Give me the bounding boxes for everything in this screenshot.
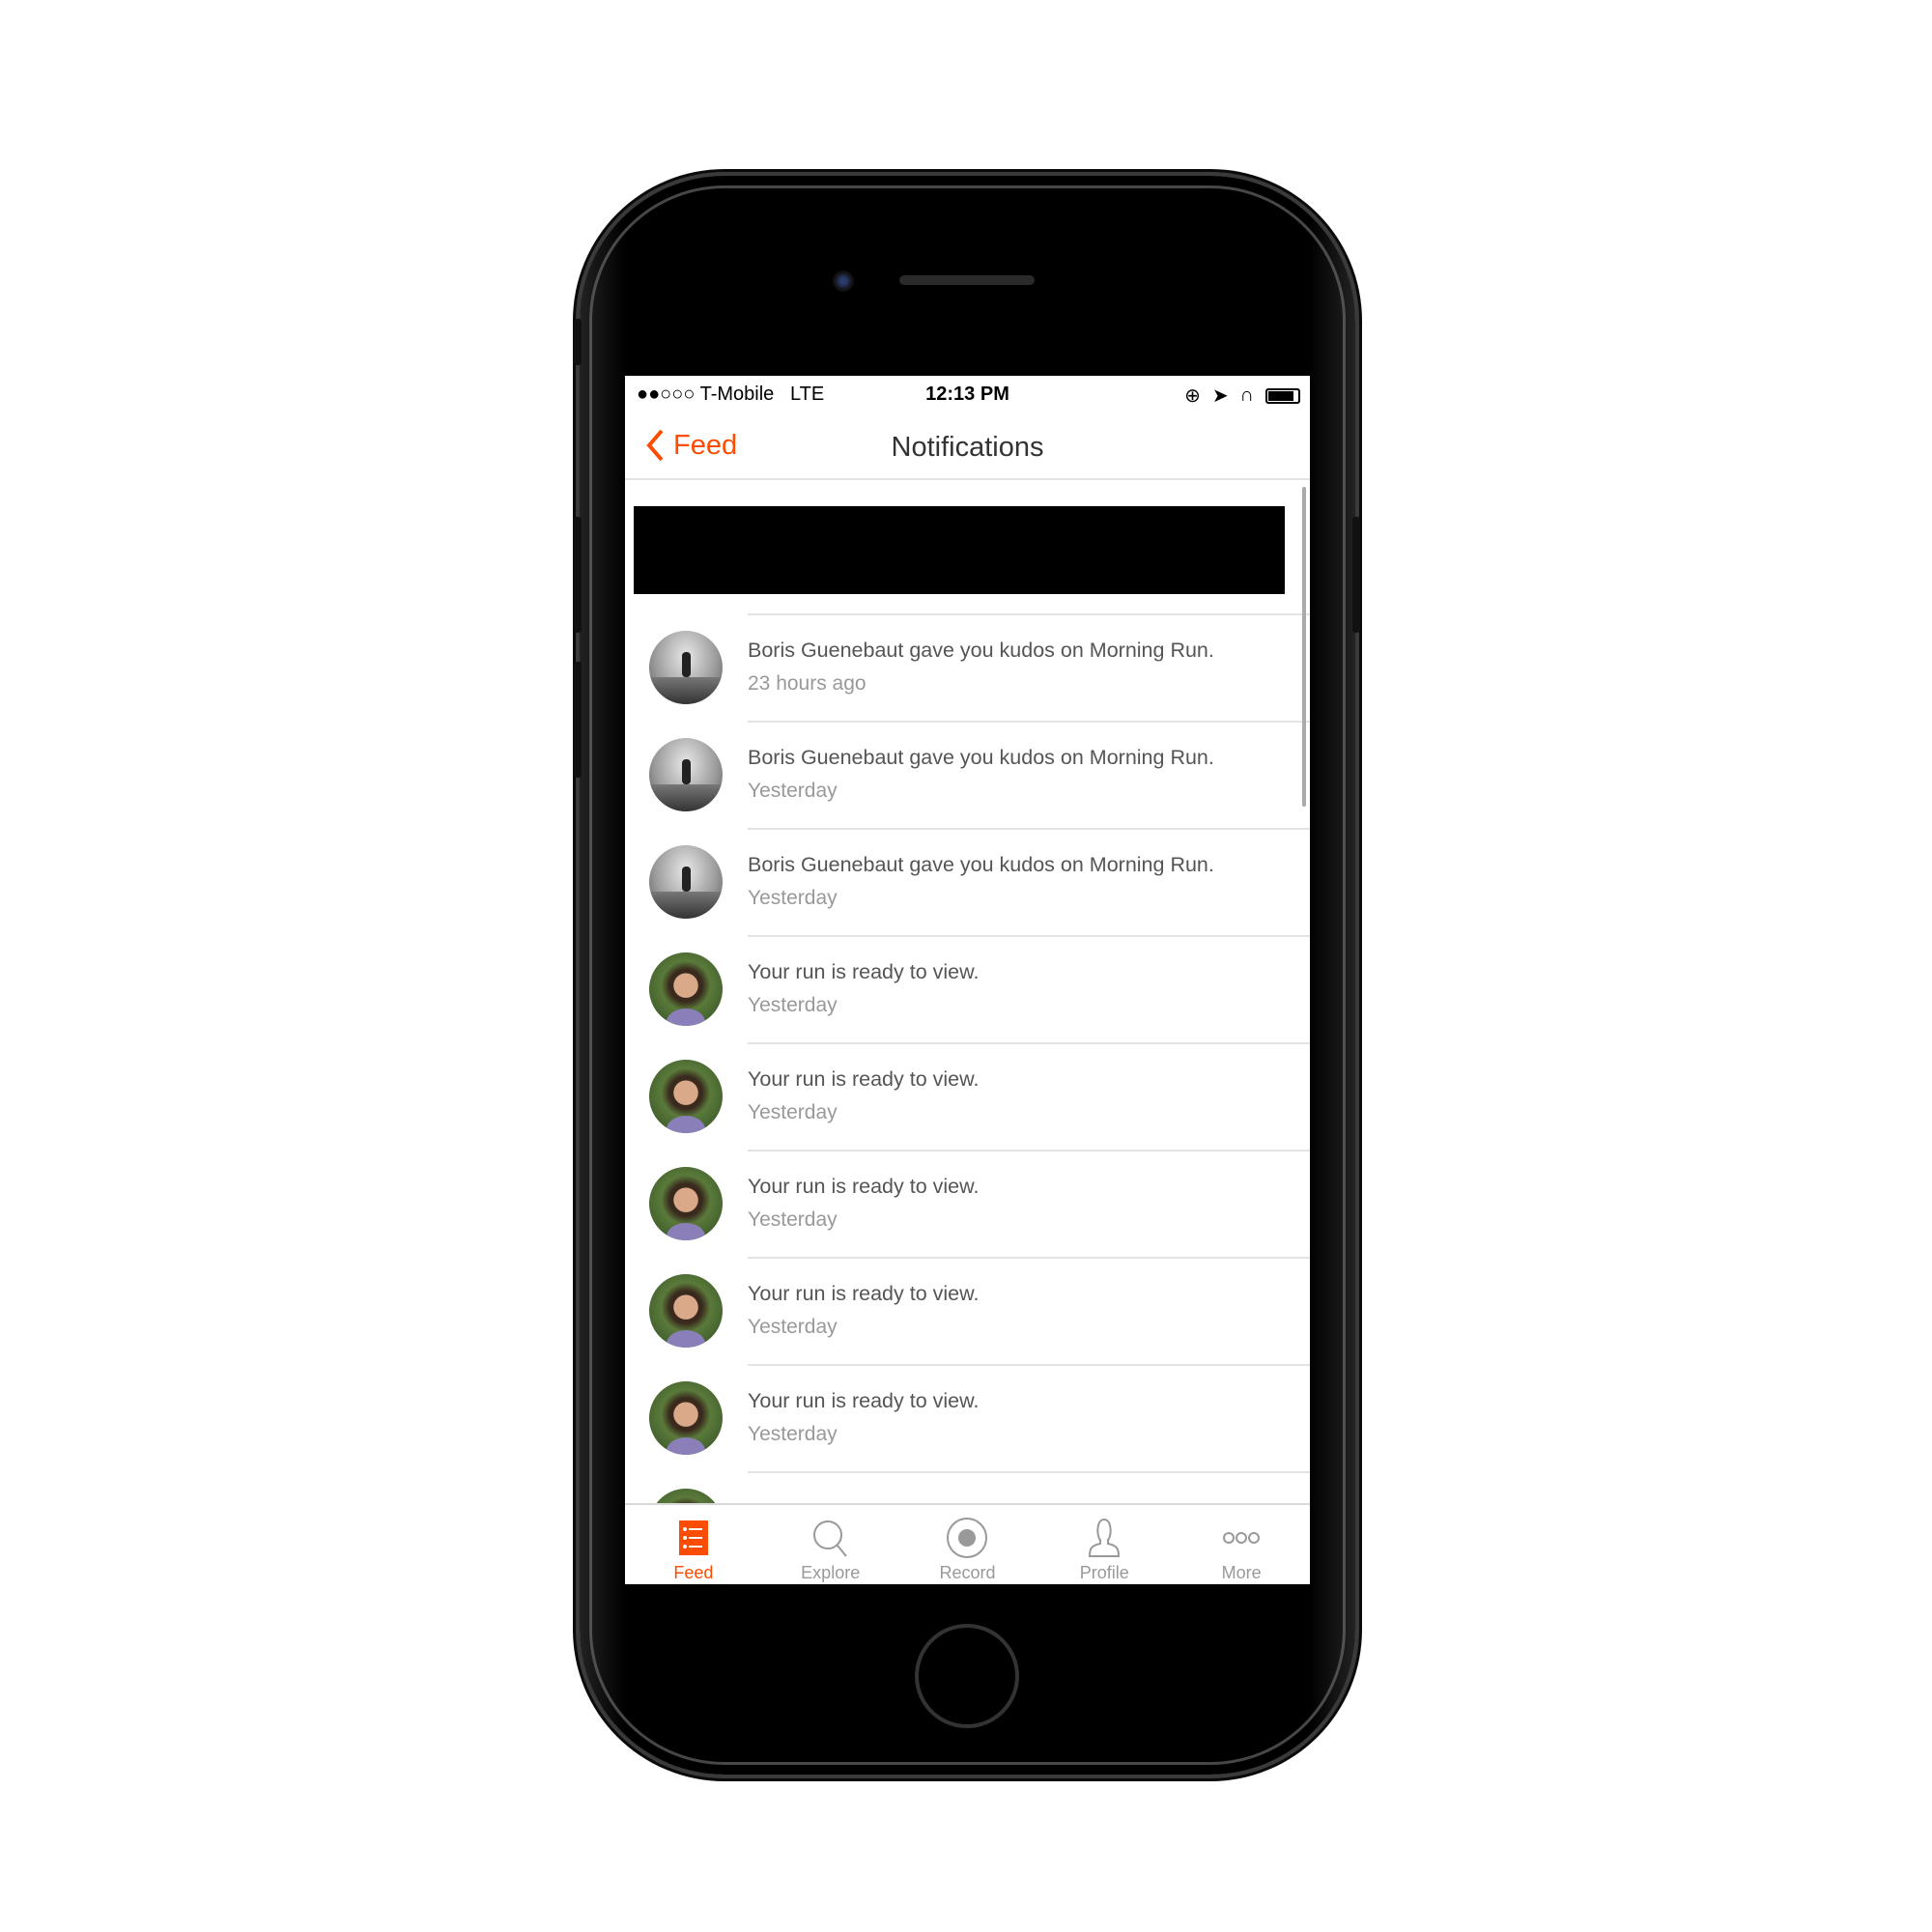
avatar[interactable] <box>649 738 723 811</box>
nav-bar: Feed Notifications <box>625 412 1310 480</box>
search-icon <box>812 1520 847 1557</box>
divider <box>748 935 1310 937</box>
notification-text: Your run is ready to view. <box>748 1067 980 1091</box>
home-button[interactable] <box>915 1624 1019 1728</box>
camera <box>833 270 854 292</box>
redacted-banner <box>634 506 1285 594</box>
tab-more[interactable]: More <box>1173 1505 1310 1584</box>
notification-time: Yesterday <box>748 1316 838 1338</box>
status-icons: ⊕ ➤ ∩ <box>1184 384 1300 408</box>
scrollbar[interactable] <box>1302 487 1306 807</box>
notification-text: Boris Guenebaut gave you kudos on Mornin… <box>748 746 1214 769</box>
avatar[interactable] <box>649 845 723 919</box>
divider <box>748 1042 1310 1044</box>
notification-text: Your run is ready to view. <box>748 1175 980 1198</box>
list-item[interactable]: Your run is ready to view. Yesterday <box>625 935 1310 1042</box>
list-item[interactable]: Boris Guenebaut gave you kudos on Mornin… <box>625 721 1310 828</box>
avatar[interactable] <box>649 952 723 1026</box>
tab-record[interactable]: Record <box>899 1505 1037 1584</box>
volume-up-button <box>574 517 582 633</box>
notification-time: Yesterday <box>748 1208 838 1231</box>
notification-text: Boris Guenebaut gave you kudos on Mornin… <box>748 853 1214 876</box>
rotation-lock-icon: ⊕ <box>1184 385 1201 407</box>
tab-explore[interactable]: Explore <box>762 1505 899 1584</box>
avatar[interactable] <box>649 1381 723 1455</box>
location-icon: ➤ <box>1211 385 1229 407</box>
list-item[interactable]: Your run is ready to view. Yesterday <box>625 1042 1310 1150</box>
more-icon <box>1223 1532 1261 1544</box>
tab-bar: Feed Explore Record Profile More <box>625 1503 1310 1584</box>
tab-profile[interactable]: Profile <box>1036 1505 1173 1584</box>
notification-text: Your run is ready to view. <box>748 1389 980 1412</box>
notification-time: 23 hours ago <box>748 672 867 695</box>
notification-text: Your run is ready to view. <box>748 960 980 983</box>
mute-switch <box>574 319 582 365</box>
avatar[interactable] <box>649 1060 723 1133</box>
notification-time: Yesterday <box>748 1101 838 1123</box>
notification-time: Yesterday <box>748 780 838 802</box>
volume-down-button <box>574 662 582 778</box>
tab-feed[interactable]: Feed <box>625 1505 762 1584</box>
screen: ●●○○○ T-Mobile LTE 12:13 PM ⊕ ➤ ∩ Feed N… <box>625 376 1310 1584</box>
battery-icon <box>1265 387 1300 404</box>
power-button <box>1352 517 1360 633</box>
tab-label: More <box>1221 1563 1262 1582</box>
list-item[interactable]: Boris Guenebaut gave you kudos on Mornin… <box>625 613 1310 721</box>
tab-label: Feed <box>673 1563 714 1582</box>
list-item[interactable]: Your run is ready to view. Yesterday <box>625 1364 1310 1471</box>
tab-label: Record <box>939 1563 996 1582</box>
divider <box>748 613 1310 615</box>
status-bar: ●●○○○ T-Mobile LTE 12:13 PM ⊕ ➤ ∩ <box>625 376 1310 412</box>
tab-label: Profile <box>1079 1563 1129 1582</box>
feed-icon <box>678 1520 708 1555</box>
record-icon <box>947 1518 988 1558</box>
tab-label: Explore <box>801 1563 861 1582</box>
page-title: Notifications <box>891 432 1044 463</box>
avatar[interactable] <box>649 1167 723 1240</box>
divider <box>748 1257 1310 1259</box>
list-item[interactable]: Boris Guenebaut gave you kudos on Mornin… <box>625 828 1310 935</box>
divider <box>748 1150 1310 1151</box>
divider <box>748 828 1310 830</box>
notification-text: Your run is ready to view. <box>748 1282 980 1305</box>
notification-time: Yesterday <box>748 1423 838 1445</box>
notification-time: Yesterday <box>748 887 838 909</box>
list-item[interactable]: Your run is ready to view. Yesterday <box>625 1257 1310 1364</box>
avatar[interactable] <box>649 1274 723 1348</box>
profile-icon <box>1089 1518 1121 1557</box>
speaker <box>899 275 1035 285</box>
avatar[interactable] <box>649 631 723 704</box>
notification-time: Yesterday <box>748 994 838 1016</box>
notification-text: Boris Guenebaut gave you kudos on Mornin… <box>748 639 1214 662</box>
list-item[interactable]: Your run is ready to view. Yesterday <box>625 1150 1310 1257</box>
divider <box>748 1364 1310 1366</box>
headphones-icon: ∩ <box>1239 384 1254 406</box>
divider <box>748 721 1310 723</box>
